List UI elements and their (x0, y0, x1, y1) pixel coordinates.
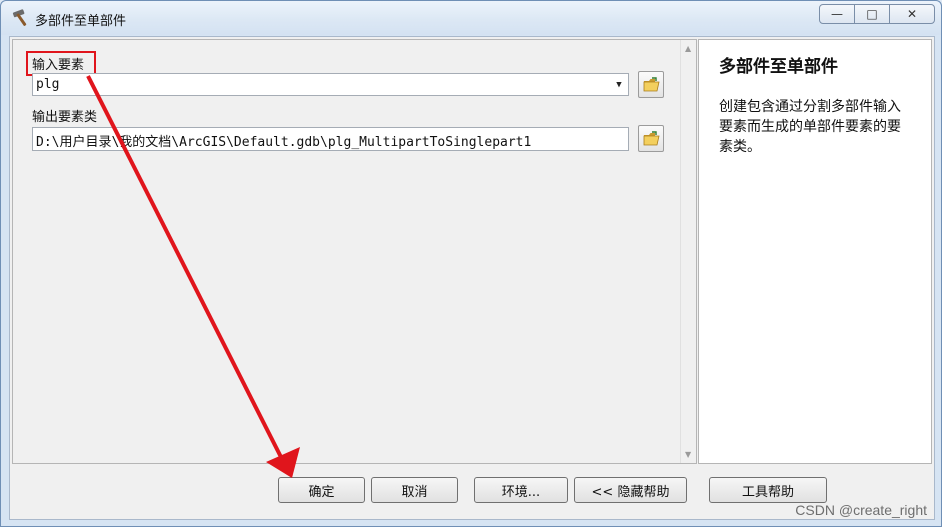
parameters-pane: 输入要素 plg ▼ 输出要素类 D:\用户目录\我的文档\ArcGIS\Def… (12, 39, 697, 464)
watermark: CSDN @create_right (795, 502, 927, 518)
minimize-icon: — (831, 7, 843, 21)
scroll-up-icon[interactable]: ▲ (685, 44, 691, 53)
scroll-down-icon[interactable]: ▼ (685, 450, 691, 459)
help-title: 多部件至单部件 (719, 57, 838, 77)
browse-output-button[interactable] (638, 125, 664, 152)
close-icon: ✕ (906, 7, 918, 21)
input-features-value: plg (36, 77, 60, 92)
cancel-button[interactable]: 取消 (371, 477, 458, 503)
minimize-button[interactable]: — (819, 4, 855, 24)
window-title: 多部件至单部件 (35, 14, 127, 29)
title-bar[interactable]: 多部件至单部件 — □ ✕ (1, 1, 941, 35)
output-feature-class-field[interactable]: D:\用户目录\我的文档\ArcGIS\Default.gdb\plg_Mult… (32, 127, 629, 151)
tool-dialog-window: 多部件至单部件 — □ ✕ 输入要素 plg ▼ 输出要素类 D:\用户目录\我… (0, 0, 942, 527)
tool-help-button[interactable]: 工具帮助 (709, 477, 827, 503)
browse-input-button[interactable] (638, 71, 664, 98)
hammer-icon (11, 8, 33, 28)
window-controls: — □ ✕ (819, 4, 935, 24)
open-folder-icon (643, 77, 660, 92)
maximize-icon: □ (866, 7, 878, 21)
hide-help-button[interactable]: << 隐藏帮助 (574, 477, 687, 503)
environments-button[interactable]: 环境... (474, 477, 568, 503)
dropdown-arrow-icon[interactable]: ▼ (612, 78, 626, 92)
help-pane: 多部件至单部件 创建包含通过分割多部件输入要素而生成的单部件要素的要素类。 (698, 39, 932, 464)
close-button[interactable]: ✕ (889, 4, 935, 24)
parameters-scrollbar[interactable]: ▲ ▼ (680, 40, 696, 463)
open-folder-icon (643, 131, 660, 146)
output-feature-class-value: D:\用户目录\我的文档\ArcGIS\Default.gdb\plg_Mult… (36, 135, 532, 150)
maximize-button[interactable]: □ (854, 4, 890, 24)
dialog-client-area: 输入要素 plg ▼ 输出要素类 D:\用户目录\我的文档\ArcGIS\Def… (9, 36, 935, 520)
help-description: 创建包含通过分割多部件输入要素而生成的单部件要素的要素类。 (719, 99, 901, 155)
output-feature-class-label: 输出要素类 (32, 110, 98, 125)
input-features-combobox[interactable]: plg ▼ (32, 73, 629, 96)
ok-button[interactable]: 确定 (278, 477, 365, 503)
